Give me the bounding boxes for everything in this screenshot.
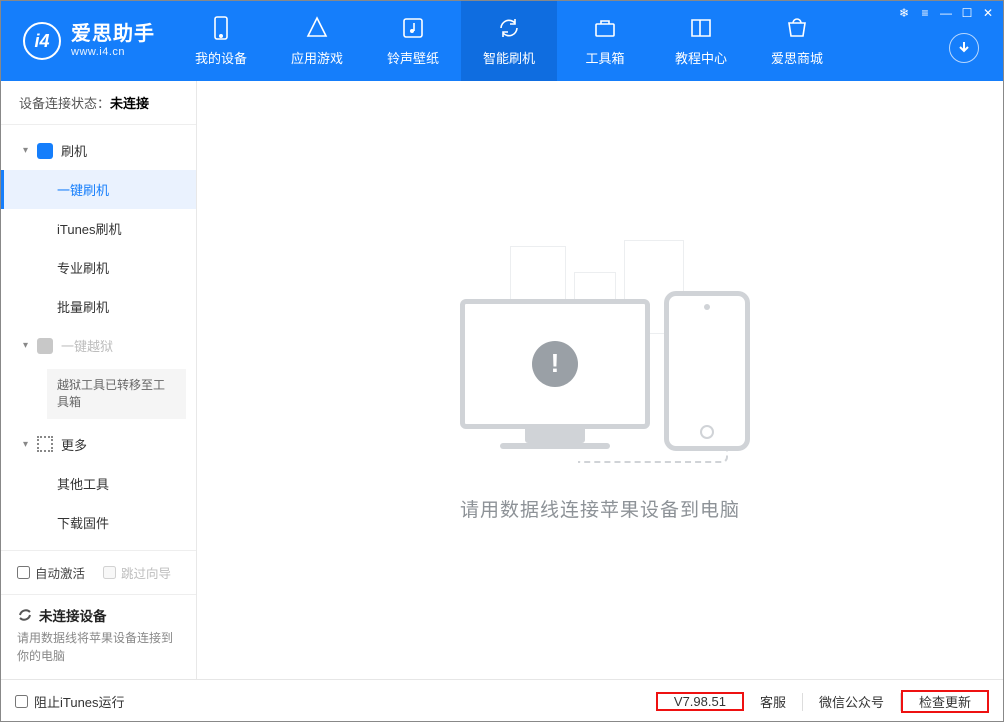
more-icon: [37, 436, 53, 452]
device-status: 设备连接状态：未连接: [1, 81, 196, 125]
wechat-link[interactable]: 微信公众号: [803, 692, 900, 711]
close-button[interactable]: ✕: [979, 5, 997, 21]
version-label: V7.98.51: [656, 692, 744, 711]
empty-illustration: !: [420, 239, 780, 469]
download-icon: [957, 41, 971, 55]
sidebar-item-itunes-flash[interactable]: iTunes刷机: [1, 209, 196, 248]
block-itunes-checkbox[interactable]: 阻止iTunes运行: [15, 692, 125, 711]
nav-label: 爱思商城: [771, 48, 823, 67]
skip-wizard-checkbox[interactable]: 跳过向导: [103, 563, 171, 582]
minimize-button[interactable]: ―: [937, 5, 955, 21]
app-title: 爱思助手: [71, 23, 155, 46]
nav-store[interactable]: 爱思商城: [749, 1, 845, 81]
book-icon: [688, 15, 714, 41]
section-flash[interactable]: 刷机: [1, 131, 196, 170]
sidebar-item-other-tools[interactable]: 其他工具: [1, 464, 196, 503]
window-controls: ❄ ≡ ― ☐ ✕: [895, 5, 997, 21]
sidebar-item-batch-flash[interactable]: 批量刷机: [1, 287, 196, 326]
status-label: 设备连接状态：: [19, 96, 110, 111]
logo-icon: i4: [23, 22, 61, 60]
jailbreak-note: 越狱工具已转移至工具箱: [47, 369, 186, 419]
nav-flash[interactable]: 智能刷机: [461, 1, 557, 81]
empty-state: ! 请用数据线连接苹果设备到电脑: [420, 239, 780, 522]
nav-ringtone[interactable]: 铃声壁纸: [365, 1, 461, 81]
app-logo: i4 爱思助手 www.i4.cn: [1, 22, 173, 60]
sidebar-tree: 刷机 一键刷机 iTunes刷机 专业刷机 批量刷机 一键越狱 越狱工具已转移至…: [1, 125, 196, 550]
sidebar-item-pro-flash[interactable]: 专业刷机: [1, 248, 196, 287]
main-nav: 我的设备 应用游戏 铃声壁纸 智能刷机 工具箱 教程中心 爱思商城: [173, 1, 845, 81]
auto-activate-checkbox[interactable]: 自动激活: [17, 563, 85, 582]
nav-label: 铃声壁纸: [387, 48, 439, 67]
device-block: 未连接设备 请用数据线将苹果设备连接到你的电脑: [1, 594, 196, 679]
nav-label: 智能刷机: [483, 48, 535, 67]
checkbox-label: 自动激活: [35, 563, 85, 582]
settings-icon[interactable]: ❄: [895, 5, 913, 21]
device-desc: 请用数据线将苹果设备连接到你的电脑: [17, 629, 180, 665]
section-jailbreak[interactable]: 一键越狱: [1, 326, 196, 365]
status-value: 未连接: [110, 96, 149, 111]
sidebar-item-advanced[interactable]: 高级功能: [1, 542, 196, 550]
section-title: 更多: [61, 435, 87, 454]
nav-label: 工具箱: [585, 48, 624, 67]
header: i4 爱思助手 www.i4.cn 我的设备 应用游戏 铃声壁纸 智能刷机 工具…: [1, 1, 1003, 81]
alert-icon: !: [532, 341, 578, 387]
toolbox-icon: [592, 15, 618, 41]
nav-label: 应用游戏: [291, 48, 343, 67]
sidebar: 设备连接状态：未连接 刷机 一键刷机 iTunes刷机 专业刷机 批量刷机 一键…: [1, 81, 197, 679]
phone-icon: [208, 15, 234, 41]
nav-tutorial[interactable]: 教程中心: [653, 1, 749, 81]
download-button[interactable]: [949, 33, 979, 63]
lock-icon: [37, 338, 53, 354]
nav-my-device[interactable]: 我的设备: [173, 1, 269, 81]
apps-icon: [304, 15, 330, 41]
nav-apps[interactable]: 应用游戏: [269, 1, 365, 81]
menu-icon[interactable]: ≡: [916, 5, 934, 21]
customer-service-link[interactable]: 客服: [744, 692, 802, 711]
section-more[interactable]: 更多: [1, 425, 196, 464]
nav-label: 我的设备: [195, 48, 247, 67]
checkbox-label: 跳过向导: [121, 563, 171, 582]
section-title: 一键越狱: [61, 336, 113, 355]
status-bar: 阻止iTunes运行 V7.98.51 客服 微信公众号 检查更新: [1, 679, 1003, 723]
main-panel: ! 请用数据线连接苹果设备到电脑: [197, 81, 1003, 679]
checkbox-label: 阻止iTunes运行: [34, 692, 125, 711]
sidebar-item-oneclick-flash[interactable]: 一键刷机: [1, 170, 196, 209]
sidebar-options: 自动激活 跳过向导: [1, 550, 196, 594]
music-icon: [400, 15, 426, 41]
section-title: 刷机: [61, 141, 87, 160]
nav-label: 教程中心: [675, 48, 727, 67]
check-update-button[interactable]: 检查更新: [901, 690, 989, 713]
flash-icon: [37, 143, 53, 159]
empty-message: 请用数据线连接苹果设备到电脑: [420, 495, 780, 522]
store-icon: [784, 15, 810, 41]
app-subtitle: www.i4.cn: [71, 46, 155, 59]
nav-toolbox[interactable]: 工具箱: [557, 1, 653, 81]
refresh-icon: [496, 15, 522, 41]
sidebar-item-download-fw[interactable]: 下载固件: [1, 503, 196, 542]
maximize-button[interactable]: ☐: [958, 5, 976, 21]
phone-icon: [664, 291, 750, 451]
device-title: 未连接设备: [39, 605, 107, 625]
refresh-icon: [17, 607, 33, 623]
